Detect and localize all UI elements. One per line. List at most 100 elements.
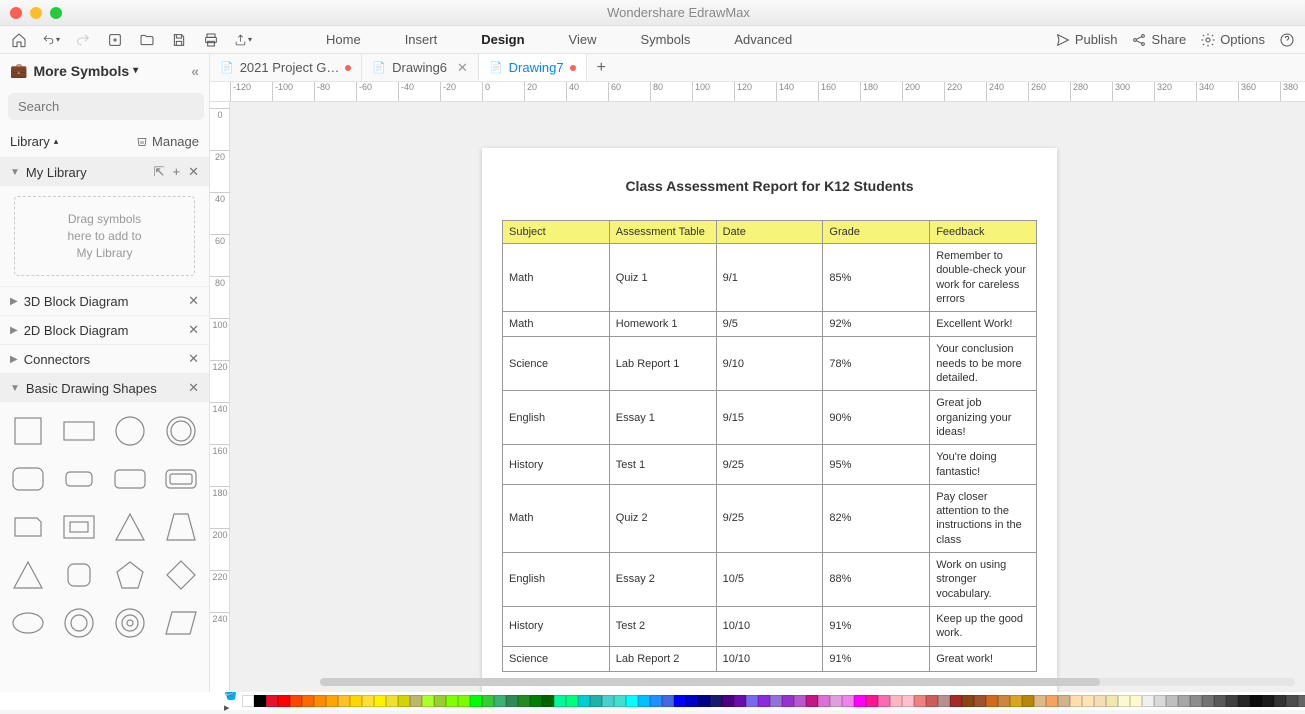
cell[interactable]: Your conclusion needs to be more detaile… xyxy=(930,337,1037,391)
tab-2021-project-g-[interactable]: 📄2021 Project G… xyxy=(210,54,362,81)
export-lib-icon[interactable]: ⇱ xyxy=(154,164,165,180)
shape-17[interactable] xyxy=(59,604,100,642)
cell[interactable]: 78% xyxy=(823,337,930,391)
swatch[interactable] xyxy=(782,695,794,707)
cell[interactable]: 9/1 xyxy=(716,244,823,312)
swatch[interactable] xyxy=(458,695,470,707)
cell[interactable]: Remember to double-check your work for c… xyxy=(930,244,1037,312)
shape-5[interactable] xyxy=(59,460,100,498)
add-icon[interactable]: + xyxy=(173,164,181,180)
shape-11[interactable] xyxy=(160,508,201,546)
table-row[interactable]: HistoryTest 210/1091%Keep up the good wo… xyxy=(503,606,1037,646)
options-button[interactable]: Options xyxy=(1200,32,1265,48)
swatch[interactable] xyxy=(506,695,518,707)
cell[interactable]: 10/10 xyxy=(716,606,823,646)
swatch[interactable] xyxy=(326,695,338,707)
cell[interactable]: 91% xyxy=(823,606,930,646)
header-date[interactable]: Date xyxy=(716,221,823,244)
shape-14[interactable] xyxy=(110,556,151,594)
table-row[interactable]: EnglishEssay 210/588%Work on using stron… xyxy=(503,553,1037,607)
close-icon[interactable]: ✕ xyxy=(188,322,199,338)
shape-4[interactable] xyxy=(8,460,49,498)
swatch[interactable] xyxy=(914,695,926,707)
swatch[interactable] xyxy=(890,695,902,707)
menu-advanced[interactable]: Advanced xyxy=(734,32,792,47)
cell[interactable]: 91% xyxy=(823,646,930,671)
swatch[interactable] xyxy=(434,695,446,707)
swatch[interactable] xyxy=(278,695,290,707)
swatch[interactable] xyxy=(1202,695,1214,707)
cell[interactable]: Excellent Work! xyxy=(930,312,1037,337)
export-icon[interactable]: ▾ xyxy=(234,31,252,49)
cell[interactable]: Test 1 xyxy=(609,445,716,485)
cell[interactable]: Math xyxy=(503,312,610,337)
header-subject[interactable]: Subject xyxy=(503,221,610,244)
swatch[interactable] xyxy=(266,695,278,707)
swatch[interactable] xyxy=(1154,695,1166,707)
swatch[interactable] xyxy=(1010,695,1022,707)
table-row[interactable]: EnglishEssay 19/1590%Great job organizin… xyxy=(503,391,1037,445)
swatch[interactable] xyxy=(1082,695,1094,707)
cell[interactable]: 9/25 xyxy=(716,445,823,485)
swatch[interactable] xyxy=(602,695,614,707)
swatch[interactable] xyxy=(1226,695,1238,707)
shape-6[interactable] xyxy=(110,460,151,498)
table-row[interactable]: ScienceLab Report 19/1078%Your conclusio… xyxy=(503,337,1037,391)
swatch[interactable] xyxy=(398,695,410,707)
swatch[interactable] xyxy=(1166,695,1178,707)
cell[interactable]: Math xyxy=(503,484,610,552)
swatch[interactable] xyxy=(314,695,326,707)
cell[interactable]: Test 2 xyxy=(609,606,716,646)
swatch[interactable] xyxy=(1142,695,1154,707)
cell[interactable]: History xyxy=(503,445,610,485)
table-row[interactable]: MathQuiz 19/185%Remember to double-check… xyxy=(503,244,1037,312)
cell[interactable]: English xyxy=(503,391,610,445)
swatch[interactable] xyxy=(1286,695,1298,707)
shape-16[interactable] xyxy=(8,604,49,642)
shape-1[interactable] xyxy=(59,412,100,450)
swatch[interactable] xyxy=(638,695,650,707)
swatch[interactable] xyxy=(818,695,830,707)
swatch[interactable] xyxy=(1046,695,1058,707)
swatch[interactable] xyxy=(578,695,590,707)
swatch[interactable] xyxy=(722,695,734,707)
redo-icon[interactable] xyxy=(74,31,92,49)
swatch[interactable] xyxy=(1262,695,1274,707)
cell[interactable]: Quiz 2 xyxy=(609,484,716,552)
category-3d-block-diagram[interactable]: ▶3D Block Diagram✕ xyxy=(0,286,209,315)
swatch[interactable] xyxy=(374,695,386,707)
table-row[interactable]: MathQuiz 29/2582%Pay closer attention to… xyxy=(503,484,1037,552)
swatch[interactable] xyxy=(614,695,626,707)
shape-10[interactable] xyxy=(110,508,151,546)
cell[interactable]: Pay closer attention to the instructions… xyxy=(930,484,1037,552)
cell[interactable]: 92% xyxy=(823,312,930,337)
shape-0[interactable] xyxy=(8,412,49,450)
cell[interactable]: 10/10 xyxy=(716,646,823,671)
swatch[interactable] xyxy=(650,695,662,707)
cell[interactable]: 88% xyxy=(823,553,930,607)
swatch[interactable] xyxy=(1118,695,1130,707)
shape-7[interactable] xyxy=(160,460,201,498)
swatch[interactable] xyxy=(242,695,254,707)
horizontal-scrollbar[interactable] xyxy=(320,678,1295,686)
swatch[interactable] xyxy=(470,695,482,707)
close-icon[interactable]: ✕ xyxy=(188,380,199,396)
swatch[interactable] xyxy=(878,695,890,707)
swatch[interactable] xyxy=(386,695,398,707)
swatch[interactable] xyxy=(530,695,542,707)
swatch[interactable] xyxy=(1070,695,1082,707)
swatch[interactable] xyxy=(1094,695,1106,707)
swatch[interactable] xyxy=(494,695,506,707)
cell[interactable]: Work on using stronger vocabulary. xyxy=(930,553,1037,607)
new-tab-button[interactable]: + xyxy=(587,59,616,77)
tab-drawing7[interactable]: 📄Drawing7 xyxy=(479,54,587,81)
new-icon[interactable] xyxy=(106,31,124,49)
swatch[interactable] xyxy=(1022,695,1034,707)
cell[interactable]: Homework 1 xyxy=(609,312,716,337)
header-feedback[interactable]: Feedback xyxy=(930,221,1037,244)
swatch[interactable] xyxy=(938,695,950,707)
menu-symbols[interactable]: Symbols xyxy=(641,32,691,47)
category-connectors[interactable]: ▶Connectors✕ xyxy=(0,344,209,373)
swatch[interactable] xyxy=(674,695,686,707)
cell[interactable]: Great job organizing your ideas! xyxy=(930,391,1037,445)
